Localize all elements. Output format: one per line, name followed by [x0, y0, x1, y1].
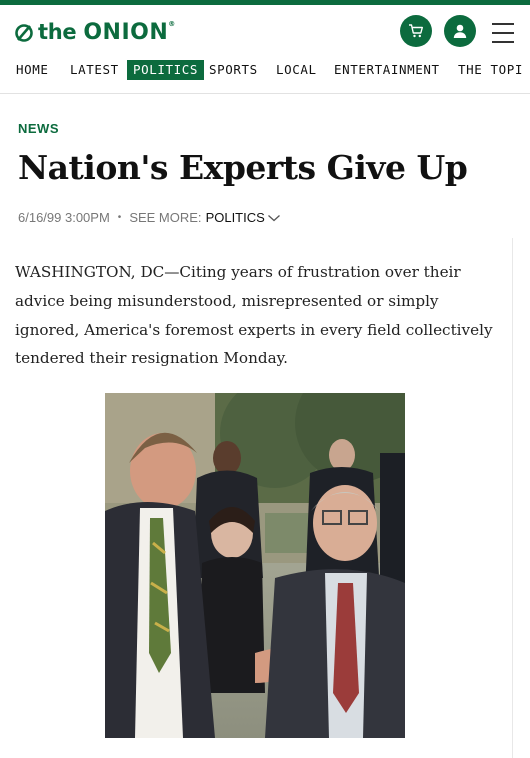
logo-wordmark: the ONION®	[38, 20, 175, 45]
nav-item-sports[interactable]: SPORTS	[203, 60, 264, 80]
publish-date: 6/16/99 3:00PM	[18, 210, 110, 225]
logo-name: ONION	[83, 20, 169, 45]
account-button[interactable]	[444, 15, 476, 47]
menu-bar-middle	[492, 32, 514, 34]
nav-item-entertainment[interactable]: ENTERTAINMENT	[328, 60, 446, 80]
nav-item-politics[interactable]: POLITICS	[127, 60, 205, 80]
meta-separator: •	[117, 212, 122, 223]
logo-prefix: the	[38, 20, 77, 44]
site-logo[interactable]: the ONION®	[14, 20, 175, 45]
see-more-label: SEE MORE:	[129, 210, 202, 225]
menu-bar-top	[492, 23, 514, 25]
menu-bar-bottom	[492, 41, 514, 43]
article-kicker[interactable]: NEWS	[18, 121, 59, 136]
onion-logo-icon	[15, 23, 33, 42]
nav-item-home[interactable]: HOME	[10, 60, 55, 80]
column-rule	[512, 238, 513, 758]
section-nav: HOME LATEST POLITICS SPORTS LOCAL ENTERT…	[0, 56, 530, 84]
nav-item-the-topical[interactable]: THE TOPI	[452, 60, 529, 80]
site-header: the ONION®	[0, 5, 530, 55]
user-icon	[453, 24, 467, 38]
registered-mark: ®	[168, 20, 175, 28]
nav-divider	[0, 93, 530, 94]
cart-icon	[409, 24, 423, 38]
nav-item-latest[interactable]: LATEST	[64, 60, 125, 80]
section-link-politics[interactable]: POLITICS	[206, 210, 265, 225]
cart-button[interactable]	[400, 15, 432, 47]
article-meta: 6/16/99 3:00PM • SEE MORE: POLITICS	[18, 210, 281, 225]
article-body: WASHINGTON, DC—Citing years of frustrati…	[15, 263, 493, 368]
chevron-down-icon[interactable]	[267, 213, 281, 223]
article-photo	[105, 393, 405, 738]
article-photo-image	[105, 393, 405, 738]
hamburger-menu-icon[interactable]	[492, 23, 516, 43]
article-headline: Nation's Experts Give Up	[18, 148, 468, 187]
nav-item-local[interactable]: LOCAL	[270, 60, 323, 80]
